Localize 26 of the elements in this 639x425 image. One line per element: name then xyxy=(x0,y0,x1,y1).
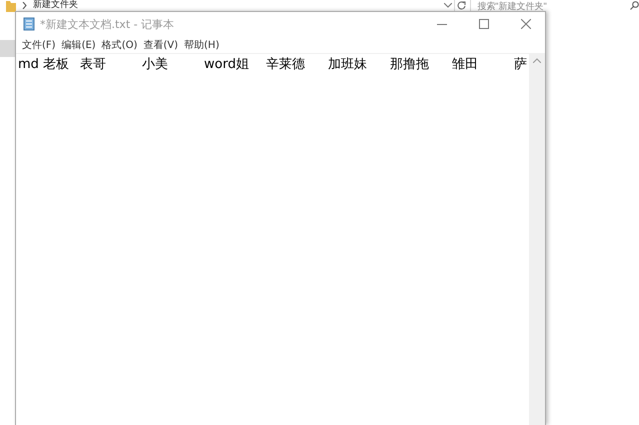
text-entry: 表哥 xyxy=(80,56,107,73)
text-area[interactable]: md 老板 表哥 小美 word姐 辛莱德 加班妹 那撸拖 雏田 萨 xyxy=(16,54,529,425)
text-entry: 雏田 xyxy=(452,56,479,73)
text-entry: 小美 xyxy=(142,56,169,73)
notepad-icon xyxy=(22,17,36,31)
window-title: *新建文本文档.txt - 记事本 xyxy=(40,16,176,32)
menu-item[interactable]: 帮助(H) xyxy=(182,38,222,52)
text-entry: 辛莱德 xyxy=(266,56,306,73)
text-entry: word姐 xyxy=(204,56,250,73)
chevron-down-icon[interactable] xyxy=(444,3,452,8)
menu-item[interactable]: 格式(O) xyxy=(100,38,140,52)
text-entry: md 老板 xyxy=(18,56,70,73)
menu-item[interactable]: 查看(V) xyxy=(141,38,180,52)
search-icon[interactable] xyxy=(630,1,639,10)
folder-icon xyxy=(6,0,16,12)
chevron-right-icon xyxy=(22,2,27,9)
scrollbar[interactable] xyxy=(529,54,545,425)
text-entry: 加班妹 xyxy=(328,56,368,73)
text-entry: 那撸拖 xyxy=(390,56,430,73)
menu-item[interactable]: 编辑(E) xyxy=(60,38,98,52)
maximize-icon xyxy=(479,19,489,29)
text-entry: 萨 xyxy=(514,56,527,73)
close-icon xyxy=(521,19,531,29)
refresh-icon xyxy=(457,1,466,10)
scroll-up-icon[interactable] xyxy=(533,58,541,63)
menu-item[interactable]: 文件(F) xyxy=(20,38,58,52)
